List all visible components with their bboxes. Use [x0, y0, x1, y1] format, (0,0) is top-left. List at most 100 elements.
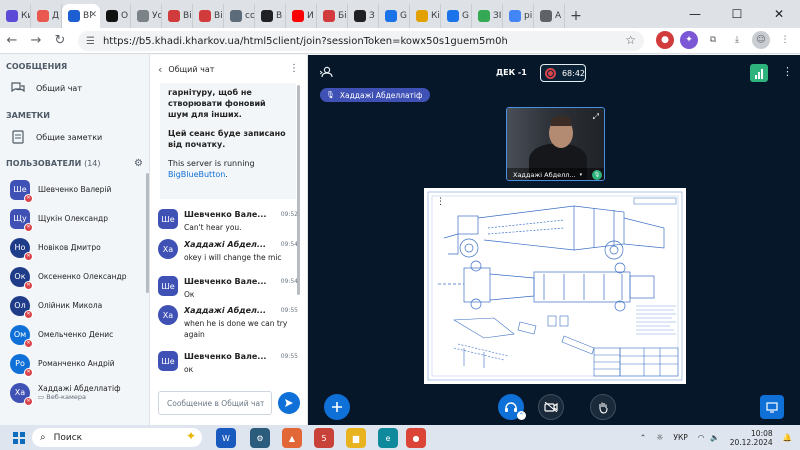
browser-tab[interactable]: Bi: [193, 4, 224, 28]
bookmark-star-icon[interactable]: ☆: [625, 33, 636, 47]
hand-icon: [599, 402, 608, 414]
browser-tab[interactable]: Bi: [162, 4, 193, 28]
public-chat-item[interactable]: Общий чат: [0, 75, 149, 101]
message-time: 09:52: [280, 210, 298, 218]
system-tray: ⌃ ☼ УКР ◠ 🔈 10:08 20.12.2024 🔔: [640, 425, 800, 450]
chat-message: Ше Шевченко Вале... 09:54 Ок: [158, 275, 298, 300]
running-text: This server is running: [168, 159, 255, 168]
recording-indicator[interactable]: 68:42: [540, 64, 586, 82]
profile-icon[interactable]: ☺: [752, 31, 770, 49]
send-message-button[interactable]: [278, 392, 300, 414]
avatar: Ха: [158, 239, 178, 259]
extension-icon[interactable]: ●: [656, 31, 674, 49]
welcome-message: гарнітуру, щоб не створювати фоновий шум…: [160, 83, 296, 199]
user-list-item[interactable]: Ок ✕ Оксененко Олександр: [0, 262, 149, 291]
user-list-item[interactable]: Ол ✕ Олійник Микола: [0, 291, 149, 320]
downloads-icon[interactable]: ⤓: [728, 31, 746, 49]
taskbar-app-chrome[interactable]: ●: [406, 428, 426, 448]
menu-kebab-icon[interactable]: ⋮: [776, 31, 794, 49]
user-list-item[interactable]: Ше ✕ Шевченко Валерій: [0, 175, 149, 204]
tab-favicon-icon: [199, 10, 211, 22]
browser-tab[interactable]: З: [348, 4, 379, 28]
taskbar-app-word[interactable]: W: [216, 428, 236, 448]
user-list-item[interactable]: Ро ✕ Романченко Андрій: [0, 349, 149, 378]
tray-overflow-icon[interactable]: ⌃: [640, 433, 646, 442]
taskbar-app-edge[interactable]: e: [378, 428, 398, 448]
browser-tab[interactable]: Ус: [131, 4, 162, 28]
browser-tab[interactable]: со: [224, 4, 255, 28]
browser-tab[interactable]: Кі: [410, 4, 441, 28]
webcam-caption: Хаддажі Абделл... ▾ 🎙: [507, 168, 604, 180]
language-indicator[interactable]: УКР: [673, 433, 687, 442]
talking-indicator[interactable]: 🎙 Хаддажі Абделлатіф: [320, 88, 431, 102]
clock[interactable]: 10:08 20.12.2024: [730, 429, 773, 447]
new-tab-button[interactable]: +: [565, 4, 587, 28]
volume-icon[interactable]: 🔈: [710, 433, 719, 442]
back-icon[interactable]: ←: [0, 29, 24, 53]
wifi-icon[interactable]: ◠: [698, 433, 705, 442]
webcam-toggle-button[interactable]: [538, 394, 564, 420]
browser-tab[interactable]: Бі: [317, 4, 348, 28]
browser-tab[interactable]: Bl ✕: [62, 4, 100, 28]
chevron-left-icon[interactable]: ‹: [158, 63, 162, 76]
shared-notes-item[interactable]: Общие заметки: [0, 124, 149, 150]
connection-status-icon[interactable]: [750, 64, 768, 82]
user-options-gear-icon[interactable]: ⚙: [134, 158, 143, 169]
taskbar-app-red-app[interactable]: 5: [314, 428, 334, 448]
users-scrollbar[interactable]: [146, 173, 149, 293]
site-info-icon[interactable]: ☰: [86, 36, 95, 47]
reload-icon[interactable]: ↻: [48, 29, 72, 53]
users-header: ПОЛЬЗОВАТЕЛИ (14) ⚙: [0, 150, 149, 175]
browser-tab[interactable]: В: [255, 4, 286, 28]
caret-down-icon[interactable]: ▾: [580, 172, 583, 178]
fullscreen-icon[interactable]: ⤢: [593, 112, 599, 122]
taskbar-app-file-explorer[interactable]: ▆: [346, 428, 366, 448]
browser-tab[interactable]: О: [100, 4, 131, 28]
user-list-item[interactable]: Щу ✕ Щукін Олександр: [0, 204, 149, 233]
browser-tab[interactable]: Д: [31, 4, 62, 28]
browser-tab[interactable]: ЗІ: [472, 4, 503, 28]
avatar: Ро ✕: [10, 353, 33, 377]
presentation-toggle-button[interactable]: [760, 395, 784, 419]
chat-message-input[interactable]: Сообщение в Общий чат: [158, 391, 272, 415]
extensions-puzzle-icon[interactable]: ⧉: [704, 31, 722, 49]
taskbar-app-icon: ▲: [288, 433, 296, 443]
browser-tab[interactable]: Ки: [0, 4, 31, 28]
user-list-item[interactable]: Ом ✕ Омельченко Денис: [0, 320, 149, 349]
taskbar-search[interactable]: ⌕ Поиск ✦: [32, 428, 202, 447]
browser-tab[interactable]: G: [441, 4, 472, 28]
close-tab-icon[interactable]: ✕: [89, 10, 97, 20]
user-list-item[interactable]: Ха ✕ Хаддажі Абделлатіф ▭ Веб-камера: [0, 378, 149, 407]
bbb-link[interactable]: BigBlueButton: [168, 170, 225, 179]
message-author: Шевченко Вале...: [184, 351, 267, 361]
actions-plus-button[interactable]: [324, 394, 350, 420]
webcam-video[interactable]: ⤢ Хаддажі Абделл... ▾ 🎙: [506, 107, 605, 181]
browser-tab[interactable]: И: [286, 4, 317, 28]
chat-header: ‹ Общий чат ⋮: [150, 55, 307, 83]
minimize-icon[interactable]: —: [674, 0, 716, 28]
sun-icon[interactable]: ☼: [656, 433, 663, 442]
extension-icon[interactable]: ✦: [680, 31, 698, 49]
browser-tab[interactable]: А: [534, 4, 565, 28]
close-window-icon[interactable]: ✕: [758, 0, 800, 28]
presentation-slide[interactable]: ⋮: [424, 188, 686, 384]
raise-hand-button[interactable]: [590, 394, 616, 420]
tab-favicon-icon: [540, 10, 552, 22]
chat-scrollbar[interactable]: [297, 85, 300, 295]
browser-tab[interactable]: pi: [503, 4, 534, 28]
chat-options-kebab-icon[interactable]: ⋮: [289, 63, 299, 74]
talking-user-name: Хаддажі Абделлатіф: [339, 90, 423, 100]
user-list-toggle-icon[interactable]: [319, 66, 334, 81]
taskbar-app-settings[interactable]: ⚙: [250, 428, 270, 448]
forward-icon[interactable]: →: [24, 29, 48, 53]
maximize-icon[interactable]: ☐: [716, 0, 758, 28]
user-list-item[interactable]: Но ✕ Новіков Дмитро: [0, 233, 149, 262]
address-bar[interactable]: ☰ https://b5.khadi.kharkov.ua/html5clien…: [78, 31, 644, 51]
notifications-bell-icon[interactable]: 🔔: [783, 433, 792, 442]
audio-caret-icon[interactable]: ⌃: [517, 411, 526, 420]
browser-tab[interactable]: G: [379, 4, 410, 28]
taskbar-app-matlab[interactable]: ▲: [282, 428, 302, 448]
bbb-app: СООБЩЕНИЯ Общий чат ЗАМЕТКИ Общие заметк…: [0, 55, 800, 425]
options-kebab-icon[interactable]: ⋮: [782, 65, 793, 78]
windows-start-icon[interactable]: [8, 427, 30, 449]
